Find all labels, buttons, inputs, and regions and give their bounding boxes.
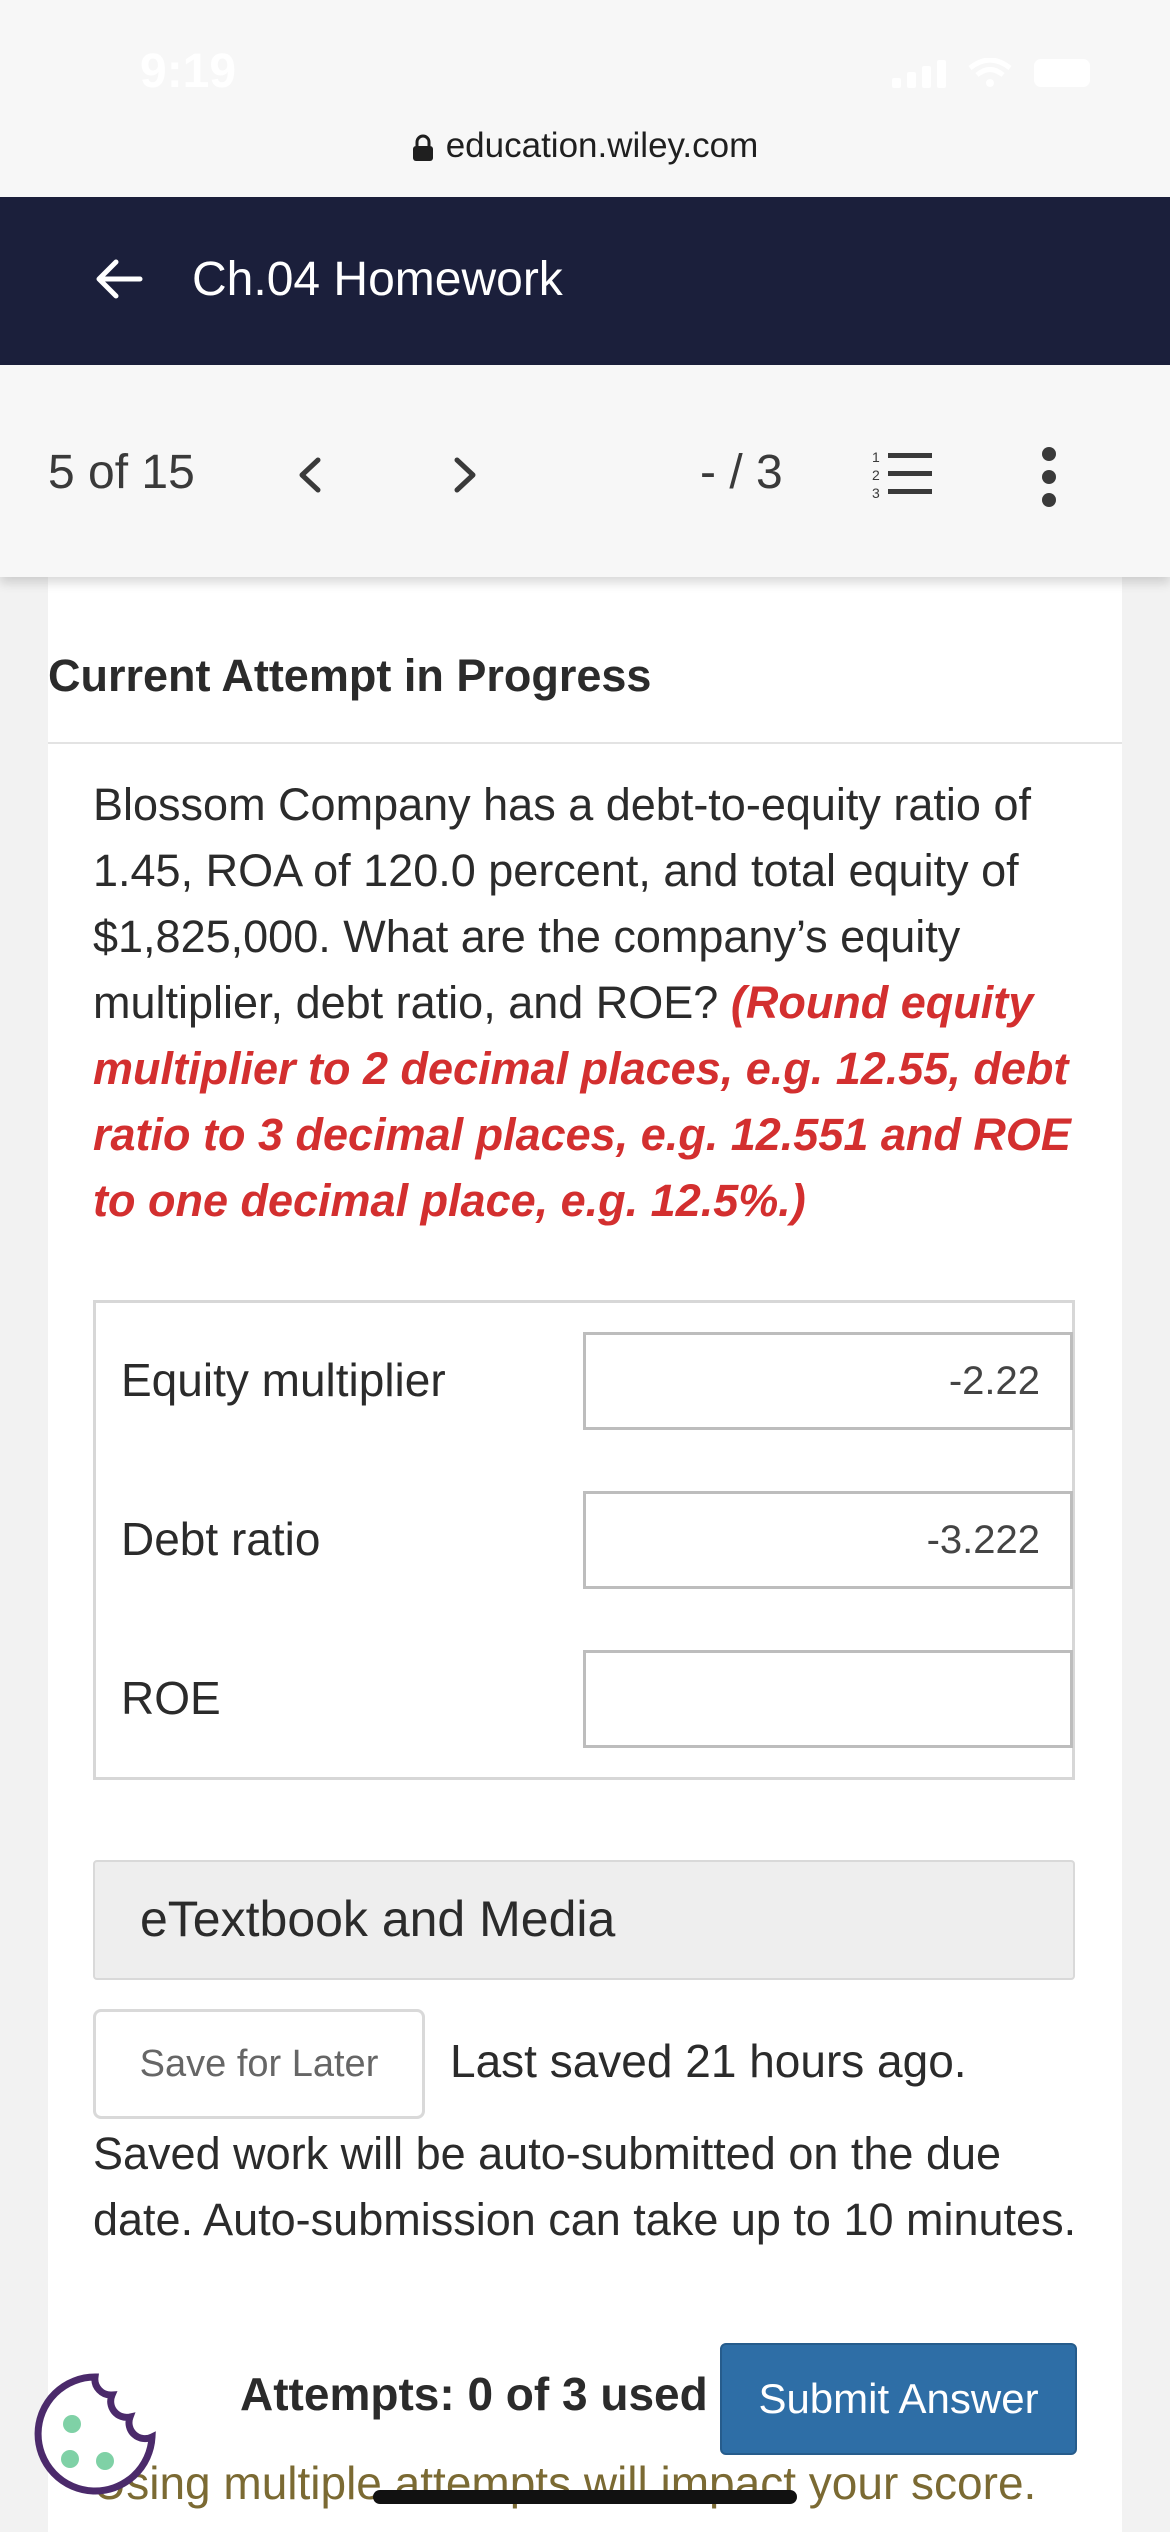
status-icons bbox=[892, 58, 1090, 88]
lock-icon bbox=[412, 134, 433, 161]
attempt-heading: Current Attempt in Progress bbox=[48, 650, 652, 701]
battery-icon bbox=[1034, 59, 1090, 87]
question-score: - / 3 bbox=[700, 446, 783, 499]
numbered-list-icon[interactable]: 1 2 3 bbox=[870, 447, 934, 503]
status-bar: 9:19 education.wiley.com bbox=[0, 0, 1170, 197]
svg-text:1: 1 bbox=[872, 449, 880, 465]
divider bbox=[48, 742, 1122, 744]
assignment-header: Ch.04 Homework bbox=[0, 197, 1170, 365]
etextbook-label: eTextbook and Media bbox=[140, 1891, 616, 1947]
svg-text:2: 2 bbox=[872, 467, 880, 483]
save-for-later-button[interactable]: Save for Later bbox=[93, 2009, 425, 2119]
status-time: 9:19 bbox=[140, 45, 237, 98]
equity-multiplier-label: Equity multiplier bbox=[121, 1354, 446, 1406]
url-text: education.wiley.com bbox=[445, 126, 759, 165]
svg-text:3: 3 bbox=[872, 485, 880, 501]
page-title: Ch.04 Homework bbox=[192, 253, 563, 306]
attempts-used: Attempts: 0 of 3 used bbox=[240, 2368, 708, 2420]
etextbook-media-panel[interactable]: eTextbook and Media bbox=[93, 1860, 1075, 1980]
debt-ratio-label: Debt ratio bbox=[121, 1513, 321, 1565]
home-indicator bbox=[373, 2490, 797, 2504]
chevron-left-icon[interactable] bbox=[290, 450, 330, 500]
last-saved-text: Last saved 21 hours ago. bbox=[450, 2035, 967, 2087]
cookie-icon[interactable] bbox=[30, 2369, 160, 2499]
debt-ratio-input[interactable] bbox=[583, 1491, 1073, 1589]
wifi-icon bbox=[968, 58, 1012, 87]
submit-answer-button[interactable]: Submit Answer bbox=[720, 2343, 1077, 2455]
url-bar[interactable]: education.wiley.com bbox=[0, 126, 1170, 166]
roe-input[interactable] bbox=[583, 1650, 1073, 1748]
auto-submit-note: Saved work will be auto-submitted on the… bbox=[93, 2128, 1077, 2245]
question-text: Blossom Company has a debt-to-equity rat… bbox=[93, 772, 1093, 1234]
question-nav: 5 of 15 - / 3 1 2 3 bbox=[0, 365, 1170, 577]
roe-label: ROE bbox=[121, 1672, 221, 1724]
signal-icon bbox=[892, 58, 946, 88]
question-position: 5 of 15 bbox=[48, 446, 195, 499]
back-arrow-icon[interactable] bbox=[90, 249, 150, 309]
answer-table: Equity multiplier Debt ratio ROE bbox=[93, 1300, 1075, 1780]
chevron-right-icon[interactable] bbox=[445, 450, 485, 500]
equity-multiplier-input[interactable] bbox=[583, 1332, 1073, 1430]
more-vertical-icon[interactable] bbox=[1035, 445, 1063, 509]
